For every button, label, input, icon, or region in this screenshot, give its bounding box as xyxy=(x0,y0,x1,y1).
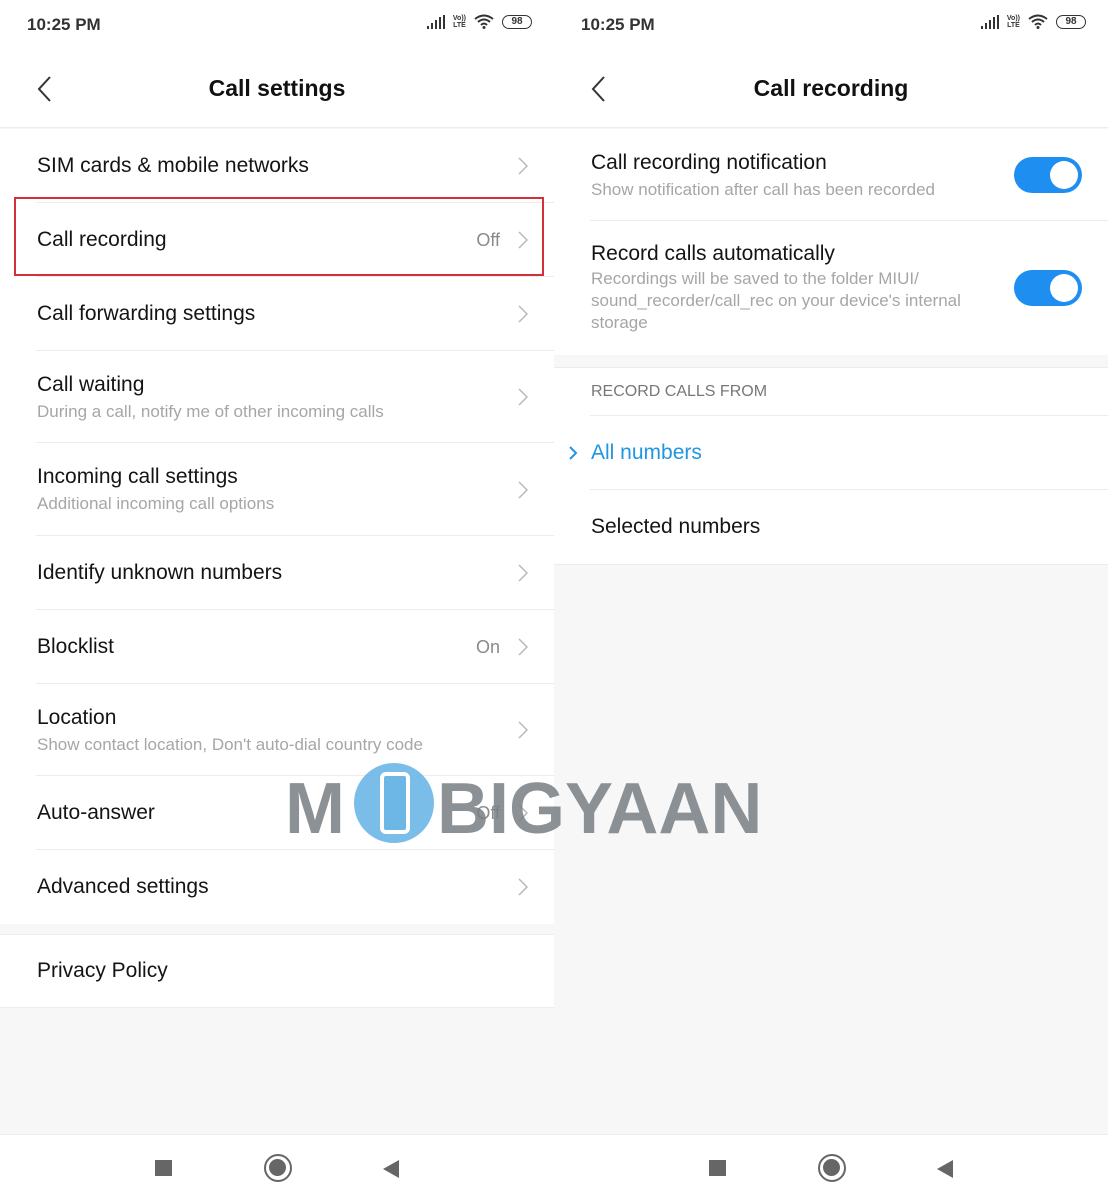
chevron-right-icon xyxy=(518,804,528,822)
status-icons: Vo)) LTE 98 xyxy=(980,14,1086,29)
toggle-item-record-automatically[interactable]: Record calls automatically Recordings wi… xyxy=(554,221,1108,355)
item-value: Off xyxy=(476,802,500,823)
notification-toggle[interactable] xyxy=(1014,157,1082,193)
item-subtitle: Additional incoming call options xyxy=(37,494,275,513)
chevron-right-icon xyxy=(518,721,528,739)
settings-item-call-recording[interactable]: Call recording Off xyxy=(0,203,554,277)
item-title: Advanced settings xyxy=(37,875,209,898)
chevron-right-icon xyxy=(518,638,528,656)
chevron-right-icon xyxy=(518,388,528,406)
battery-icon: 98 xyxy=(502,14,532,29)
settings-item-call-forwarding[interactable]: Call forwarding settings xyxy=(0,277,554,351)
item-title: Call recording xyxy=(37,228,167,251)
settings-item-auto-answer[interactable]: Auto-answer Off xyxy=(0,776,554,850)
status-icons: Vo)) LTE 98 xyxy=(426,14,532,29)
item-title: Identify unknown numbers xyxy=(37,561,283,584)
settings-item-blocklist[interactable]: Blocklist On xyxy=(0,610,554,684)
status-time: 10:25 PM xyxy=(581,15,655,34)
privacy-policy-item[interactable]: Privacy Policy xyxy=(0,935,554,1007)
settings-item-sim-cards[interactable]: SIM cards & mobile networks xyxy=(0,129,554,203)
recents-button[interactable] xyxy=(709,1160,726,1176)
item-subtitle: Show notification after call has been re… xyxy=(591,179,935,199)
title-bar: Call settings xyxy=(0,50,554,128)
selected-chevron-icon xyxy=(569,446,578,460)
item-subtitle: During a call, notify me of other incomi… xyxy=(37,401,384,421)
item-value: Off xyxy=(476,229,500,250)
toggle-item-recording-notification[interactable]: Call recording notification Show notific… xyxy=(554,129,1108,221)
settings-item-call-waiting[interactable]: Call waiting During a call, notify me of… xyxy=(0,351,554,443)
back-button[interactable] xyxy=(937,1160,953,1178)
option-all-numbers[interactable]: All numbers xyxy=(554,416,1108,490)
toggle-list: Call recording notification Show notific… xyxy=(554,129,1108,355)
navigation-bar xyxy=(0,1134,554,1200)
item-title: Record calls automatically xyxy=(591,242,835,265)
item-subtitle: Show contact location, Don't auto-dial c… xyxy=(37,734,423,754)
home-button[interactable] xyxy=(818,1154,846,1182)
item-subtitle: Recordings will be saved to the folder M… xyxy=(591,269,961,332)
status-bar: 10:25 PM Vo)) LTE 98 xyxy=(0,0,554,50)
privacy-section: Privacy Policy xyxy=(0,934,554,1008)
option-selected-numbers[interactable]: Selected numbers xyxy=(554,490,1108,564)
item-title: Incoming call settings xyxy=(37,465,238,488)
chevron-right-icon xyxy=(518,305,528,323)
page-title: Call recording xyxy=(753,75,909,101)
settings-list: SIM cards & mobile networks Call recordi… xyxy=(0,129,554,924)
settings-item-location[interactable]: Location Show contact location, Don't au… xyxy=(0,684,554,776)
status-time: 10:25 PM xyxy=(27,15,101,34)
settings-item-advanced[interactable]: Advanced settings xyxy=(0,850,554,924)
page-title: Call settings xyxy=(208,75,346,101)
record-from-section: RECORD CALLS FROM All numbers Selected n… xyxy=(554,367,1108,565)
chevron-right-icon xyxy=(518,564,528,582)
item-title: Auto-answer xyxy=(37,801,155,824)
wifi-icon xyxy=(1028,14,1048,29)
recents-button[interactable] xyxy=(155,1160,172,1176)
volte-icon: Vo)) LTE xyxy=(1006,14,1020,29)
item-title: Call waiting xyxy=(37,372,145,396)
item-title: Privacy Policy xyxy=(37,959,168,982)
item-value: On xyxy=(475,636,500,657)
chevron-right-icon xyxy=(518,480,528,499)
back-button[interactable] xyxy=(383,1160,399,1178)
title-bar: Call recording xyxy=(554,50,1108,128)
signal-icon xyxy=(426,14,445,29)
battery-icon: 98 xyxy=(1056,14,1086,29)
settings-item-identify-unknown[interactable]: Identify unknown numbers xyxy=(0,536,554,610)
status-bar: 10:25 PM Vo)) LTE 98 xyxy=(554,0,1108,50)
chevron-right-icon xyxy=(518,231,528,249)
item-title: Call recording notification xyxy=(591,150,827,174)
signal-icon xyxy=(980,14,999,29)
chevron-right-icon xyxy=(518,157,528,175)
option-label: Selected numbers xyxy=(591,515,761,538)
navigation-bar xyxy=(554,1134,1108,1200)
option-label: All numbers xyxy=(591,441,702,464)
auto-record-toggle[interactable] xyxy=(1014,270,1082,306)
section-header: RECORD CALLS FROM xyxy=(554,368,1108,416)
item-title: SIM cards & mobile networks xyxy=(37,154,309,177)
item-title: Call forwarding settings xyxy=(37,302,256,325)
home-button[interactable] xyxy=(264,1154,292,1182)
wifi-icon xyxy=(474,14,494,29)
volte-icon: Vo)) LTE xyxy=(452,14,466,29)
call-recording-screen: 10:25 PM Vo)) LTE 98 Call recording Call… xyxy=(554,0,1108,1200)
item-title: Location xyxy=(37,705,117,729)
item-title: Blocklist xyxy=(37,635,115,658)
settings-item-incoming-call[interactable]: Incoming call settings Additional incomi… xyxy=(0,443,554,536)
call-settings-screen: 10:25 PM Vo)) LTE 98 Call settings SIM c… xyxy=(0,0,554,1200)
chevron-right-icon xyxy=(518,878,528,896)
